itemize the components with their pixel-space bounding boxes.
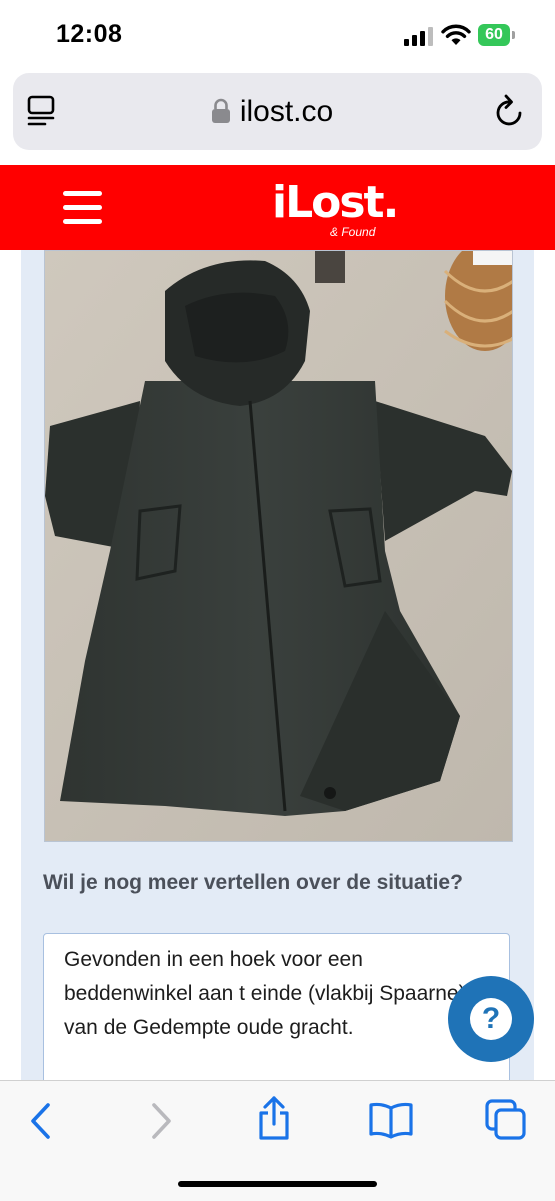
address-bar[interactable]: ilost.co (13, 73, 542, 150)
question-label: Wil je nog meer vertellen over de situat… (43, 871, 463, 894)
forward-icon[interactable] (148, 1101, 174, 1141)
wifi-icon (441, 24, 471, 45)
menu-icon[interactable] (63, 191, 102, 225)
coat-photo-image (45, 251, 512, 841)
tabs-icon[interactable] (484, 1098, 528, 1142)
status-bar: 12:08 60 (0, 0, 555, 70)
help-button[interactable]: ? (448, 976, 534, 1062)
site-tagline: & Found (330, 225, 376, 239)
question-icon: ? (470, 998, 512, 1040)
status-time: 12:08 (56, 20, 123, 48)
site-logo[interactable]: iLost. (272, 179, 399, 227)
bookmarks-icon[interactable] (368, 1101, 414, 1139)
share-icon[interactable] (256, 1094, 292, 1142)
home-indicator[interactable] (178, 1181, 377, 1187)
uploaded-photo (44, 250, 513, 842)
site-header: iLost. & Found (0, 165, 555, 250)
battery-icon: 60 (478, 24, 516, 46)
battery-level: 60 (485, 26, 503, 43)
reload-icon[interactable] (493, 93, 527, 129)
back-icon[interactable] (28, 1101, 54, 1141)
url-text[interactable]: ilost.co (13, 73, 542, 150)
situation-textarea[interactable]: Gevonden in een hoek voor een beddenwink… (43, 933, 510, 1093)
signal-icon (404, 27, 433, 46)
